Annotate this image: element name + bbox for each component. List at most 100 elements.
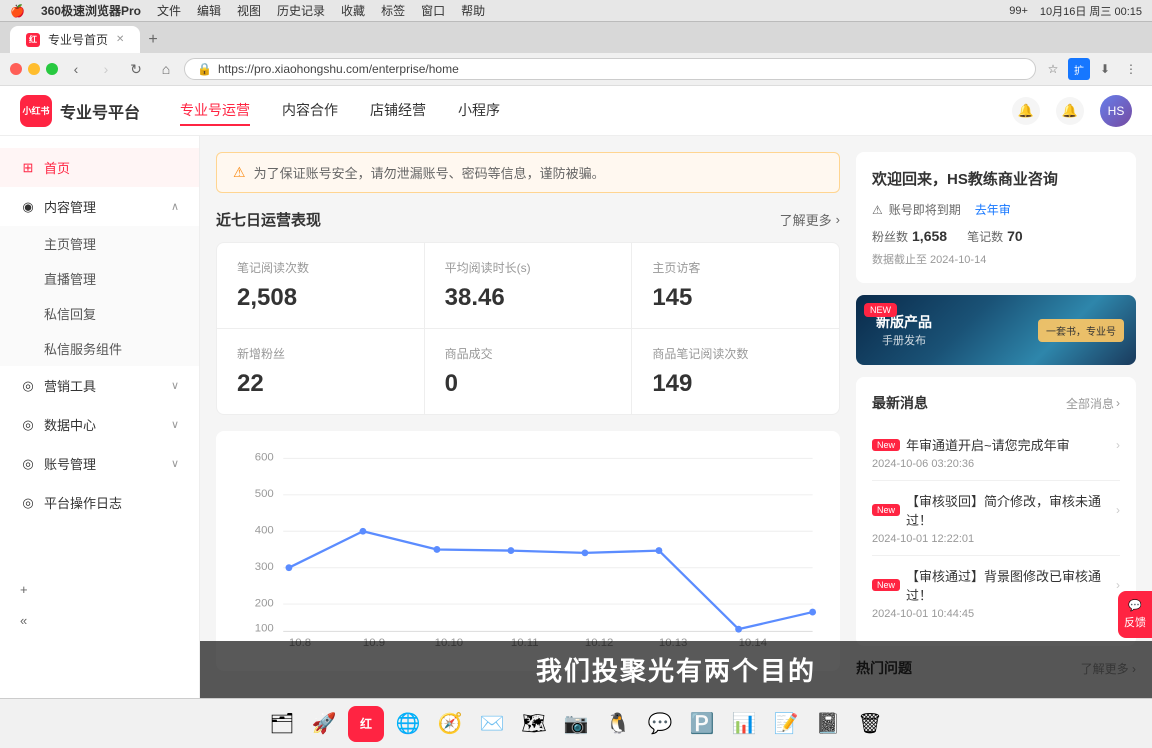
sidebar-collapse-button[interactable]: « xyxy=(20,605,179,636)
content-side: 欢迎回来，HS教练商业咨询 ⚠ 账号即将到期 去年审 粉丝数1,658 笔记数7… xyxy=(856,152,1136,682)
stat-card-visitors: 主页访客 145 xyxy=(632,243,839,328)
extensions-button[interactable]: 扩 xyxy=(1068,58,1090,80)
news-item-3[interactable]: New 【审核通过】背景图修改已审核通过！ › 2024-10-01 10:44… xyxy=(872,556,1120,630)
menu-history[interactable]: 历史记录 xyxy=(277,2,325,19)
feedback-button[interactable]: 💬 反馈 xyxy=(1118,591,1152,638)
chevron-right-icon: › xyxy=(836,212,840,227)
notification-count: 99+ xyxy=(1009,5,1028,17)
new-tag-3: New xyxy=(872,579,900,591)
sidebar-item-account[interactable]: ◎ 账号管理 ∨ xyxy=(0,444,199,483)
account-warning-text: 账号即将到期 xyxy=(889,201,961,218)
promo-banner[interactable]: NEW 新版产品 手册发布 一套书，专业号 xyxy=(856,295,1136,365)
banner-cta-button[interactable]: 一套书，专业号 xyxy=(1038,319,1124,342)
main-content: ⚠ 为了保证账号安全，请勿泄漏账号、密码等信息，谨防被骗。 近七日运营表现 了解… xyxy=(200,136,1152,698)
sidebar-label-home: 首页 xyxy=(44,158,179,177)
content-main: ⚠ 为了保证账号安全，请勿泄漏账号、密码等信息，谨防被骗。 近七日运营表现 了解… xyxy=(216,152,840,682)
main-layout: ⊞ 首页 ◉ 内容管理 ∧ 主页管理 直播管理 私信回复 私信服务组件 ◎ 营销… xyxy=(0,136,1152,698)
new-tab-button[interactable]: + xyxy=(148,31,157,49)
nav-item-miniapp[interactable]: 小程序 xyxy=(458,96,500,126)
stat-card-duration: 平均阅读时长(s) 38.46 xyxy=(425,243,632,328)
dock-safari[interactable]: 🧭 xyxy=(432,706,468,742)
dock-notes[interactable]: 📓 xyxy=(810,706,846,742)
sidebar-item-home[interactable]: ⊞ 首页 xyxy=(0,148,199,187)
all-news-link[interactable]: 全部消息 › xyxy=(1066,395,1120,412)
news-item-2[interactable]: New 【审核驳回】简介修改，审核未通过！ › 2024-10-01 12:22… xyxy=(872,481,1120,556)
sidebar-item-marketing[interactable]: ◎ 营销工具 ∨ xyxy=(0,366,199,405)
apple-menu[interactable]: 🍎 xyxy=(10,4,25,18)
menu-window[interactable]: 窗口 xyxy=(421,2,445,19)
news-date-1: 2024-10-06 03:20:36 xyxy=(872,458,1120,470)
menu-bookmarks[interactable]: 收藏 xyxy=(341,2,365,19)
sidebar-item-homepage[interactable]: 主页管理 xyxy=(0,226,199,261)
close-window-button[interactable] xyxy=(10,63,22,75)
sidebar-item-dm-service[interactable]: 私信服务组件 xyxy=(0,331,199,366)
dock-xiaohongshu[interactable]: 红 xyxy=(348,706,384,742)
minimize-window-button[interactable] xyxy=(28,63,40,75)
dock-qq[interactable]: 🐧 xyxy=(600,706,636,742)
nav-item-content[interactable]: 内容合作 xyxy=(282,96,338,126)
sidebar-item-dm[interactable]: 私信回复 xyxy=(0,296,199,331)
news-arrow-2: › xyxy=(1116,503,1120,517)
notification-icon[interactable]: 🔔 xyxy=(1056,97,1084,125)
dock-word[interactable]: 📝 xyxy=(768,706,804,742)
settings-button[interactable]: ⋮ xyxy=(1120,58,1142,80)
stats-grid: 笔记阅读次数 2,508 平均阅读时长(s) 38.46 主页访客 145 新增… xyxy=(216,242,840,415)
notes-count: 笔记数70 xyxy=(967,228,1023,245)
sidebar-item-data[interactable]: ◎ 数据中心 ∨ xyxy=(0,405,199,444)
nav-item-store[interactable]: 店铺经营 xyxy=(370,96,426,126)
tab-favicon: 红 xyxy=(26,33,40,47)
account-icon: ◎ xyxy=(20,456,36,472)
stat-card-product-reads: 商品笔记阅读次数 149 xyxy=(632,329,839,414)
refresh-button[interactable]: ↻ xyxy=(124,57,148,81)
chart-container: 600 500 400 300 200 100 xyxy=(216,431,840,671)
top-navigation: 小红书 专业号平台 专业号运营 内容合作 店铺经营 小程序 🔔 🔔 HS xyxy=(0,86,1152,136)
chevron-down-icon2: ∨ xyxy=(171,418,179,431)
tab-close-button[interactable]: ✕ xyxy=(116,34,124,45)
dock-chrome[interactable]: 🌐 xyxy=(390,706,426,742)
dock-map[interactable]: 🗺 xyxy=(516,706,552,742)
nav-item-operations[interactable]: 专业号运营 xyxy=(180,96,250,126)
menu-edit[interactable]: 编辑 xyxy=(197,2,221,19)
dock-mail[interactable]: ✉️ xyxy=(474,706,510,742)
dock-finder[interactable]: 🗂 xyxy=(264,706,300,742)
sidebar: ⊞ 首页 ◉ 内容管理 ∧ 主页管理 直播管理 私信回复 私信服务组件 ◎ 营销… xyxy=(0,136,200,698)
expand-icon: ∧ xyxy=(171,200,179,213)
performance-link[interactable]: 了解更多 › xyxy=(780,210,840,229)
download-button[interactable]: ⬇ xyxy=(1094,58,1116,80)
dock-launchpad[interactable]: 🚀 xyxy=(306,706,342,742)
star-button[interactable]: ☆ xyxy=(1042,58,1064,80)
menu-help[interactable]: 帮助 xyxy=(461,2,485,19)
stat-value-sales: 0 xyxy=(445,370,612,398)
fullscreen-window-button[interactable] xyxy=(46,63,58,75)
bell-icon[interactable]: 🔔 xyxy=(1012,97,1040,125)
subtitle-overlay: 我们投聚光有两个目的 xyxy=(200,641,1152,698)
performance-header: 近七日运营表现 了解更多 › xyxy=(216,209,840,230)
forward-button[interactable]: › xyxy=(94,57,118,81)
sidebar-item-content[interactable]: ◉ 内容管理 ∧ xyxy=(0,187,199,226)
browser-tab[interactable]: 红 专业号首页 ✕ xyxy=(10,26,140,53)
dock-trash[interactable]: 🗑 xyxy=(852,706,888,742)
dock-photos[interactable]: 📷 xyxy=(558,706,594,742)
renew-link[interactable]: 去年审 xyxy=(975,201,1011,218)
datetime: 10月16日 周三 00:15 xyxy=(1040,3,1142,19)
sidebar-label-account: 账号管理 xyxy=(44,454,163,473)
app-name[interactable]: 360极速浏览器Pro xyxy=(41,2,141,19)
menu-tabs[interactable]: 标签 xyxy=(381,2,405,19)
dock-photoshop[interactable]: 🅿️ xyxy=(684,706,720,742)
performance-title: 近七日运营表现 xyxy=(216,209,321,230)
logo-icon: 小红书 xyxy=(20,95,52,127)
news-title: 最新消息 xyxy=(872,393,928,413)
url-bar[interactable]: 🔒 https://pro.xiaohongshu.com/enterprise… xyxy=(184,58,1036,80)
dock-wechat[interactable]: 💬 xyxy=(642,706,678,742)
sidebar-item-log[interactable]: ◎ 平台操作日志 xyxy=(0,483,199,522)
user-avatar[interactable]: HS xyxy=(1100,95,1132,127)
news-item-1[interactable]: New 年审通道开启~请您完成年审 › 2024-10-06 03:20:36 xyxy=(872,425,1120,481)
menu-file[interactable]: 文件 xyxy=(157,2,181,19)
home-button[interactable]: ⌂ xyxy=(154,57,178,81)
dock-excel[interactable]: 📊 xyxy=(726,706,762,742)
back-button[interactable]: ‹ xyxy=(64,57,88,81)
sidebar-add-button[interactable]: + xyxy=(20,574,179,605)
sidebar-item-live[interactable]: 直播管理 xyxy=(0,261,199,296)
news-arrow-3: › xyxy=(1116,578,1120,592)
menu-view[interactable]: 视图 xyxy=(237,2,261,19)
